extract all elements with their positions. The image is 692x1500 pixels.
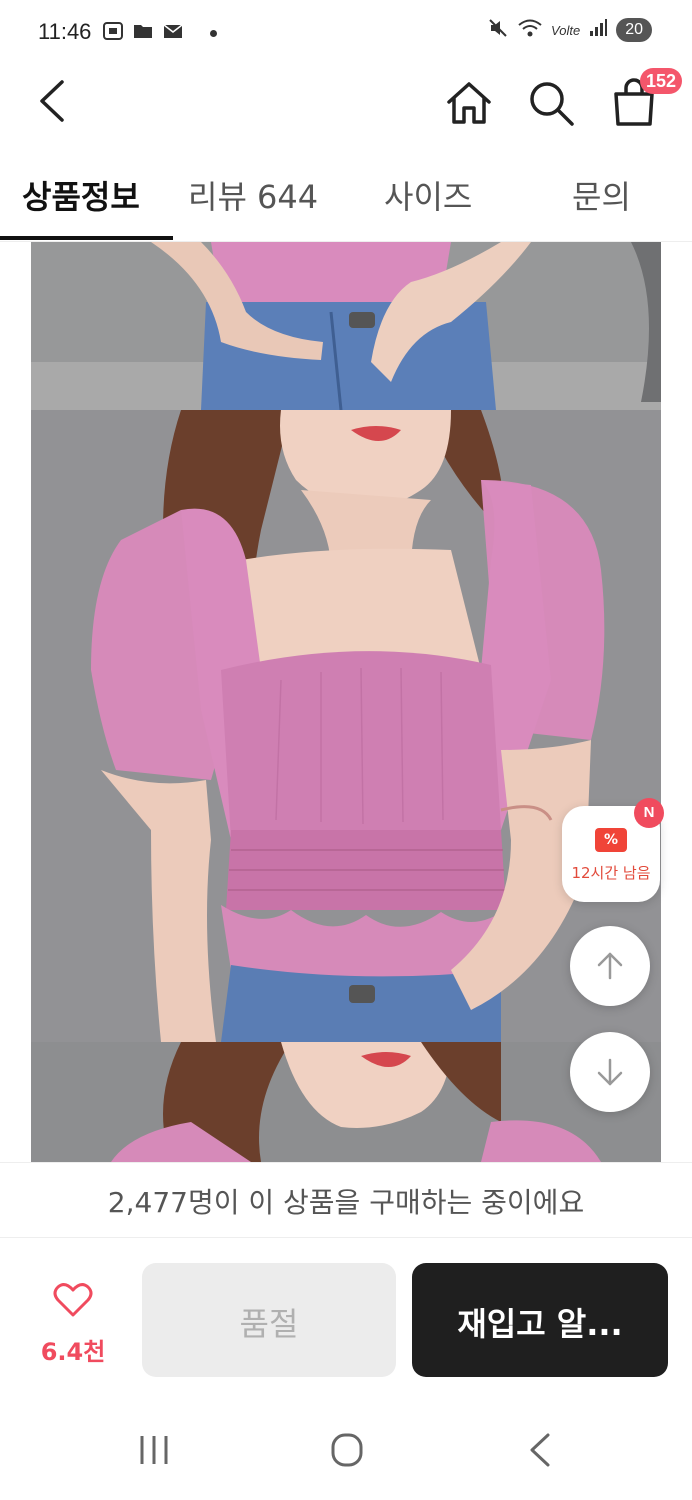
purchase-activity-banner: 2,477명이 이 상품을 구매하는 중이에요: [0, 1162, 692, 1238]
search-icon: [530, 82, 574, 126]
system-back-button[interactable]: [528, 1432, 552, 1468]
back-button[interactable]: [34, 78, 74, 124]
status-system-icons: Volte 20: [487, 17, 652, 43]
product-detail-images[interactable]: [31, 242, 661, 1162]
mail-icon: [162, 20, 184, 46]
status-time: 11:46: [38, 19, 92, 44]
restock-alert-button[interactable]: 재입고 알...: [412, 1263, 668, 1377]
arrow-down-icon: [597, 1058, 623, 1086]
system-back-icon: [530, 1433, 550, 1467]
bottom-action-bar: 6.4천 품절 재입고 알...: [0, 1240, 692, 1400]
home-icon: [447, 82, 491, 124]
like-count: 6.4천: [40, 1338, 106, 1366]
active-tab-indicator: [0, 236, 173, 240]
heart-icon: [53, 1283, 93, 1317]
product-photo: [31, 242, 661, 410]
recent-apps-icon: [140, 1436, 168, 1464]
status-notification-icons: [102, 20, 217, 46]
product-photo: [31, 1042, 661, 1162]
system-home-button[interactable]: [330, 1432, 364, 1468]
signal-icon: [588, 18, 608, 42]
tab-reviews[interactable]: 리뷰 644: [188, 172, 318, 218]
wifi-icon: [517, 17, 543, 43]
purchase-activity-text: 2,477명이 이 상품을 구매하는 중이에요: [107, 1186, 585, 1219]
search-button[interactable]: [526, 78, 576, 128]
tab-inquiry[interactable]: 문의: [572, 172, 631, 218]
status-bar: 11:46 Volte 20: [0, 0, 692, 66]
product-tabs: 상품정보 리뷰 644 사이즈 문의: [0, 150, 692, 242]
soldout-button: 품절: [142, 1263, 396, 1377]
product-photo: [31, 410, 661, 1042]
tab-product-info[interactable]: 상품정보: [22, 172, 140, 218]
screenshot-icon: [102, 20, 124, 46]
recent-apps-button[interactable]: [136, 1434, 172, 1466]
folder-icon: [132, 20, 154, 46]
volte-label: Volte: [551, 22, 581, 38]
cart-count-badge: 152: [640, 68, 683, 94]
system-home-icon: [331, 1433, 363, 1467]
chevron-left-icon: [40, 80, 64, 122]
home-button[interactable]: [444, 78, 494, 128]
app-header: 152: [0, 66, 692, 146]
coupon-time-left: 12시간 남음: [571, 864, 651, 882]
tab-size[interactable]: 사이즈: [384, 172, 472, 218]
system-navigation-bar: [0, 1400, 692, 1500]
coupon-icon: %: [595, 828, 627, 852]
new-badge: N: [634, 798, 664, 828]
battery-indicator: 20: [616, 18, 652, 42]
arrow-up-icon: [597, 952, 623, 980]
soldout-label: 품절: [239, 1305, 299, 1343]
more-notifications-dot: [210, 29, 217, 37]
scroll-down-button[interactable]: [570, 1032, 650, 1112]
restock-alert-label: 재입고 알...: [457, 1305, 623, 1343]
scroll-up-button[interactable]: [570, 926, 650, 1006]
like-button[interactable]: 6.4천: [30, 1278, 116, 1368]
mute-icon: [487, 17, 509, 43]
